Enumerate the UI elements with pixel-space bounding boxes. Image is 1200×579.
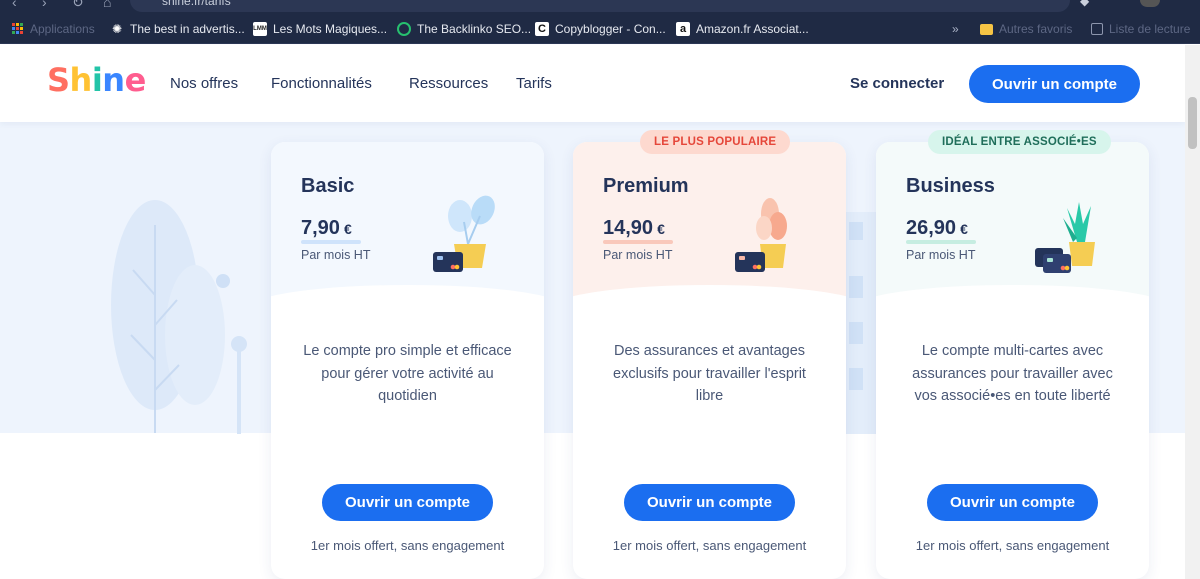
plan-card-premium: Premium 14,90 € Par mois HT Des assurance… (573, 142, 846, 579)
nav-fonctionnalites[interactable]: Fonctionnalités (271, 75, 372, 92)
amazon-icon: a (676, 22, 690, 36)
bookmarks-bar: Applications ✺ The best in advertis... L… (0, 13, 1200, 44)
price-currency: € (960, 221, 968, 237)
logo-letter: S (47, 61, 70, 99)
price-currency: € (343, 221, 352, 237)
reading-list-icon (1091, 23, 1103, 35)
bookmark-copyblogger[interactable]: C Copyblogger - Con... (535, 20, 666, 38)
back-icon[interactable]: ‹ (12, 0, 17, 10)
plan-note: 1er mois offert, sans engagement (915, 538, 1110, 553)
price-underline (603, 240, 673, 244)
price-value: 14,90 (603, 217, 654, 239)
plan-price: 26,90 € (906, 217, 968, 240)
nav-tarifs[interactable]: Tarifs (516, 75, 552, 92)
site-header: Shine Nos offres Fonctionnalités Ressour… (0, 45, 1185, 122)
bookmark-advertising[interactable]: ✺ The best in advertis... (110, 20, 245, 38)
plan-description: Des assurances et avantages exclusifs po… (613, 343, 806, 404)
avatar[interactable] (1140, 0, 1160, 7)
nav-ressources[interactable]: Ressources (409, 75, 488, 92)
browser-toolbar: ‹ › ↻ ⌂ shine.fr/tarifs ◆ (0, 0, 1200, 13)
price-value: 7,90 (301, 217, 340, 239)
bookmark-backlinko[interactable]: The Backlinko SEO... (397, 20, 531, 38)
shine-logo[interactable]: Shine (47, 61, 146, 99)
price-period: Par mois HT (603, 248, 673, 262)
peach-plant-card-icon (735, 198, 787, 272)
plan-name: Premium (603, 175, 689, 197)
plan-description: Le compte pro simple et efficace pour gé… (303, 343, 512, 404)
price-underline (906, 240, 976, 244)
plan-note: 1er mois offert, sans engagement (612, 538, 807, 553)
octopus-icon: ✺ (110, 22, 124, 36)
extensions-icon[interactable]: ◆ (1080, 0, 1089, 8)
price-currency: € (657, 221, 665, 237)
logo-letter: h (69, 61, 93, 99)
home-icon[interactable]: ⌂ (103, 0, 111, 10)
plan-price: 14,90 € (603, 217, 665, 240)
blue-plant-card-icon (433, 195, 495, 272)
price-underline (301, 240, 361, 244)
price-value: 26,90 (906, 217, 957, 239)
bookmark-amazon[interactable]: a Amazon.fr Associat... (676, 20, 809, 38)
price-period: Par mois HT (301, 248, 371, 262)
logo-letter: e (124, 61, 147, 99)
plan-price: 7,90 € (301, 217, 352, 240)
apps-grid-icon (12, 23, 24, 35)
nav-nos-offres[interactable]: Nos offres (170, 75, 238, 92)
open-account-button-basic[interactable]: Ouvrir un compte (322, 484, 493, 521)
logo-letter: n (102, 61, 125, 99)
copyblogger-icon: C (535, 22, 549, 36)
open-account-button-premium[interactable]: Ouvrir un compte (624, 484, 795, 521)
open-account-button-business[interactable]: Ouvrir un compte (927, 484, 1098, 521)
forward-icon[interactable]: › (42, 0, 47, 10)
page-scrollbar[interactable] (1185, 45, 1200, 579)
plan-card-basic: Basic 7,90 € Par mois HT Le compte pro si… (271, 142, 544, 579)
price-period: Par mois HT (906, 248, 976, 262)
address-bar-url: shine.fr/tarifs (162, 0, 231, 8)
address-bar[interactable]: shine.fr/tarifs (130, 0, 1070, 12)
other-favorites[interactable]: Autres favoris (980, 20, 1072, 38)
lmm-icon: LMM (253, 22, 267, 36)
scrollbar-thumb[interactable] (1188, 97, 1197, 149)
green-plant-cards-icon (1035, 202, 1095, 273)
streetlamp-illustration (231, 336, 247, 434)
bookmark-applications[interactable]: Applications (12, 20, 95, 38)
badge-partners: IDÉAL ENTRE ASSOCIÉ•ES (928, 130, 1111, 154)
badge-most-popular: LE PLUS POPULAIRE (640, 130, 791, 154)
more-bookmarks-button[interactable]: » (952, 20, 959, 38)
plan-description: Le compte multi-cartes avec assurances p… (912, 343, 1113, 404)
login-link[interactable]: Se connecter (850, 75, 944, 92)
plan-name: Business (906, 175, 995, 197)
reading-list[interactable]: Liste de lecture (1091, 20, 1190, 38)
plan-note: 1er mois offert, sans engagement (310, 538, 505, 553)
logo-letter: i (91, 61, 103, 99)
open-account-button-header[interactable]: Ouvrir un compte (969, 65, 1140, 103)
plan-card-business: Business 26,90 € Par mois HT Le compte mu… (876, 142, 1149, 579)
folder-icon (980, 23, 993, 35)
bookmark-mots-magiques[interactable]: LMM Les Mots Magiques... (253, 20, 387, 38)
backlinko-icon (397, 22, 411, 36)
reload-icon[interactable]: ↻ (72, 0, 84, 11)
plan-name: Basic (301, 175, 355, 197)
